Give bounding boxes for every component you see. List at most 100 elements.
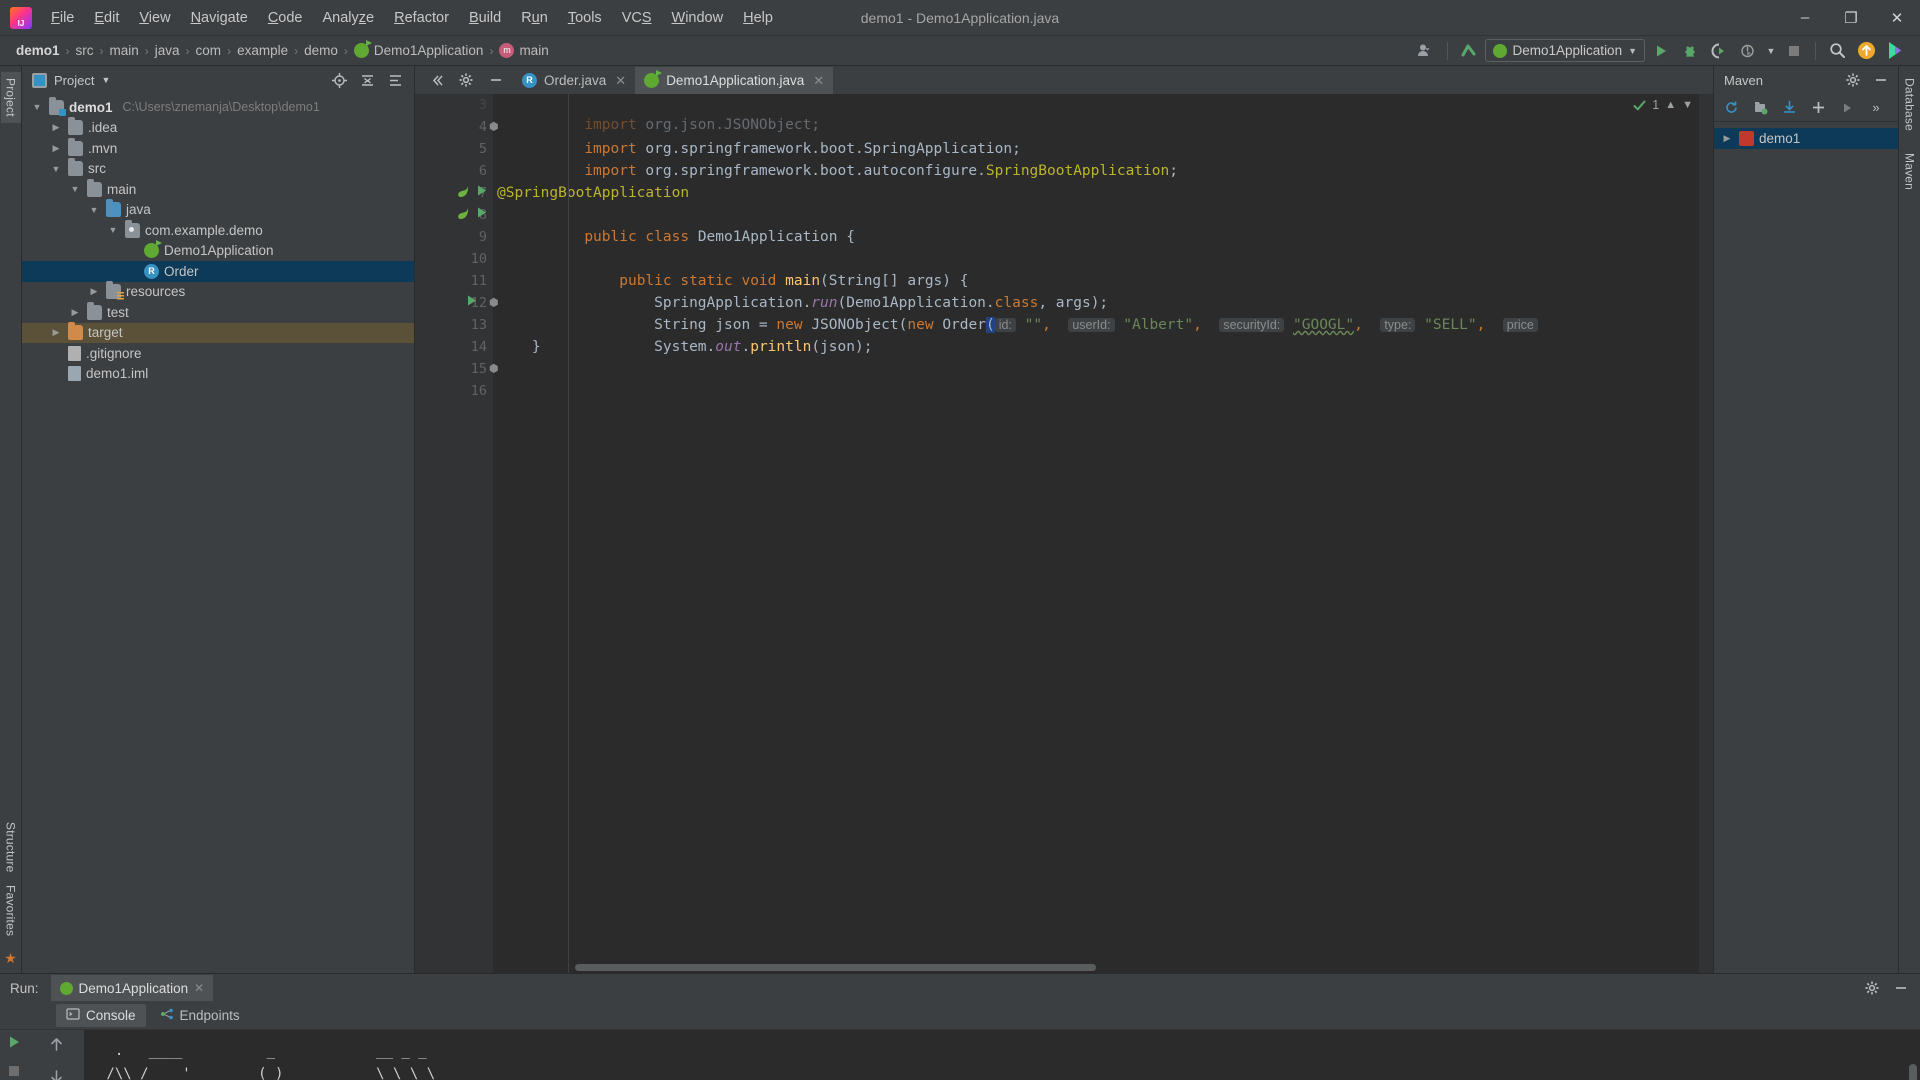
- gear-icon[interactable]: [1859, 976, 1885, 1000]
- sidebar-item-project[interactable]: Project: [0, 72, 21, 123]
- chevron-right-icon[interactable]: ▶: [87, 286, 101, 297]
- profile-button[interactable]: [1735, 39, 1761, 63]
- locate-icon[interactable]: [326, 68, 352, 92]
- tree-item-java[interactable]: ▼ java: [22, 199, 414, 221]
- download-sources-icon[interactable]: [1776, 96, 1802, 120]
- tree-item--mvn[interactable]: ▶ .mvn: [22, 137, 414, 159]
- hide-icon[interactable]: [1888, 976, 1914, 1000]
- tree-item-demo1[interactable]: ▼ demo1 C:\Users\znemanja\Desktop\demo1: [22, 96, 414, 118]
- close-icon[interactable]: ✕: [615, 73, 626, 89]
- add-maven-project-icon[interactable]: [1747, 96, 1773, 120]
- tree-item-order[interactable]: R Order: [22, 261, 414, 282]
- sidebar-item-database[interactable]: Database: [1900, 72, 1920, 137]
- chevron-down-icon[interactable]: ▼: [49, 164, 63, 174]
- chevron-right-icon[interactable]: ▶: [68, 307, 82, 318]
- maven-tree-item-demo1[interactable]: ▶ demo1: [1714, 128, 1898, 149]
- console-vertical-scrollbar[interactable]: [1909, 1064, 1917, 1080]
- stop-button[interactable]: [1781, 39, 1807, 63]
- menu-run[interactable]: Run: [512, 6, 557, 30]
- menu-code[interactable]: Code: [259, 6, 312, 30]
- stop-icon[interactable]: [7, 1064, 21, 1080]
- breadcrumb-item-5[interactable]: example: [233, 41, 292, 60]
- tree-item-demo1application[interactable]: Demo1Application: [22, 240, 414, 262]
- breadcrumb-item-4[interactable]: com: [192, 41, 226, 60]
- editor-tab-demo1application[interactable]: Demo1Application.java ✕: [635, 67, 834, 94]
- project-panel-title-group[interactable]: Project ▼: [32, 72, 110, 88]
- run-button[interactable]: [1648, 39, 1674, 63]
- menu-analyze[interactable]: Analyze: [314, 6, 384, 30]
- chevron-down-icon[interactable]: ▼: [68, 184, 82, 194]
- breadcrumb-item-0[interactable]: demo1: [12, 41, 64, 60]
- add-icon[interactable]: [1805, 96, 1831, 120]
- tree-item-test[interactable]: ▶ test: [22, 301, 414, 323]
- favorites-star-icon[interactable]: ★: [4, 950, 17, 967]
- sidebar-item-favorites[interactable]: Favorites: [1, 879, 21, 942]
- debug-button[interactable]: [1677, 39, 1703, 63]
- scroll-down-icon[interactable]: [48, 1068, 65, 1080]
- chevron-up-icon[interactable]: ▲: [1665, 99, 1676, 111]
- tree-item-resources[interactable]: ▶ resources: [22, 281, 414, 303]
- close-icon[interactable]: ✕: [194, 981, 204, 995]
- run-with-coverage-button[interactable]: [1706, 39, 1732, 63]
- menu-window[interactable]: Window: [663, 6, 733, 30]
- chevron-right-icon[interactable]: ▶: [49, 122, 63, 133]
- scroll-up-icon[interactable]: [48, 1036, 65, 1058]
- chevron-right-icon[interactable]: ▶: [49, 327, 63, 338]
- close-icon[interactable]: ✕: [813, 73, 824, 89]
- chevron-down-icon[interactable]: ▼: [30, 102, 44, 112]
- console-output[interactable]: . ____ _ __ _ _ /\\ / ___'_ __ _ _(_)_ _…: [84, 1030, 1920, 1080]
- collapse-all-icon[interactable]: [354, 68, 380, 92]
- tab-console[interactable]: Console: [56, 1004, 146, 1027]
- refresh-icon[interactable]: [1718, 96, 1744, 120]
- chevron-down-icon[interactable]: ▼: [1682, 99, 1693, 111]
- run-config-tab[interactable]: Demo1Application ✕: [50, 975, 214, 1001]
- chevron-down-icon[interactable]: ▼: [87, 205, 101, 215]
- tab-endpoints[interactable]: Endpoints: [150, 1004, 250, 1027]
- close-button[interactable]: ✕: [1874, 0, 1920, 36]
- editor-marker-strip[interactable]: [1699, 94, 1713, 973]
- menu-tools[interactable]: Tools: [559, 6, 611, 30]
- minimize-button[interactable]: –: [1782, 0, 1828, 36]
- more-icon[interactable]: »: [1863, 96, 1889, 120]
- breadcrumb-item-6[interactable]: demo: [300, 41, 342, 60]
- chevron-right-icon[interactable]: ▶: [49, 143, 63, 154]
- tree-item--idea[interactable]: ▶ .idea: [22, 117, 414, 139]
- rerun-icon[interactable]: [6, 1034, 22, 1055]
- hide-icon[interactable]: [1868, 68, 1894, 92]
- gear-icon[interactable]: [1840, 68, 1866, 92]
- sidebar-item-structure[interactable]: Structure: [1, 816, 21, 879]
- collapse-tabs-icon[interactable]: [423, 68, 449, 92]
- expand-icon[interactable]: [382, 68, 408, 92]
- tree-item-demo1-iml[interactable]: demo1.iml: [22, 364, 414, 385]
- menu-build[interactable]: Build: [460, 6, 510, 30]
- editor-tab-order[interactable]: R Order.java ✕: [513, 67, 636, 94]
- breadcrumb-item-1[interactable]: src: [72, 41, 98, 60]
- menu-file[interactable]: File: [42, 6, 83, 30]
- menu-help[interactable]: Help: [734, 6, 782, 30]
- run-icon[interactable]: [1834, 96, 1860, 120]
- menu-refactor[interactable]: Refactor: [385, 6, 458, 30]
- chevron-down-icon[interactable]: ▼: [106, 225, 120, 235]
- breadcrumb-item-7[interactable]: Demo1Application: [350, 40, 488, 60]
- maximize-button[interactable]: ❐: [1828, 0, 1874, 36]
- chevron-down-icon[interactable]: ▼: [1764, 39, 1778, 63]
- tree-item--gitignore[interactable]: .gitignore: [22, 343, 414, 364]
- run-configuration-selector[interactable]: Demo1Application ▼: [1484, 39, 1645, 62]
- editor-text[interactable]: import org.json.JSONObject; import org.s…: [493, 94, 1699, 973]
- breadcrumb-item-3[interactable]: java: [151, 41, 184, 60]
- editor-horizontal-scrollbar[interactable]: [575, 964, 1683, 973]
- sidebar-item-maven[interactable]: Maven: [1900, 147, 1920, 196]
- tree-item-target[interactable]: ▶ target: [22, 322, 414, 343]
- breadcrumb-item-8[interactable]: m main: [495, 41, 552, 60]
- search-everywhere-icon[interactable]: [1824, 39, 1850, 63]
- chevron-right-icon[interactable]: ▶: [1720, 133, 1734, 144]
- code-editor[interactable]: 3 4 5 6 7 8 9 10 11 12 13 14 15 16 ⬢ ⬢ ⬢ import org.json…: [415, 94, 1713, 973]
- tree-item-main[interactable]: ▼ main: [22, 178, 414, 200]
- editor-gutter[interactable]: 3 4 5 6 7 8 9 10 11 12 13 14 15 16 ⬢ ⬢ ⬢: [415, 94, 499, 973]
- account-icon[interactable]: [1413, 39, 1439, 63]
- update-available-icon[interactable]: [1853, 39, 1879, 63]
- tree-item-com-example-demo[interactable]: ▼ com.example.demo: [22, 219, 414, 241]
- inspection-widget[interactable]: 1 ▲ ▼: [1633, 98, 1693, 112]
- vcs-update-icon[interactable]: [1456, 39, 1482, 63]
- breadcrumb-item-2[interactable]: main: [106, 41, 143, 60]
